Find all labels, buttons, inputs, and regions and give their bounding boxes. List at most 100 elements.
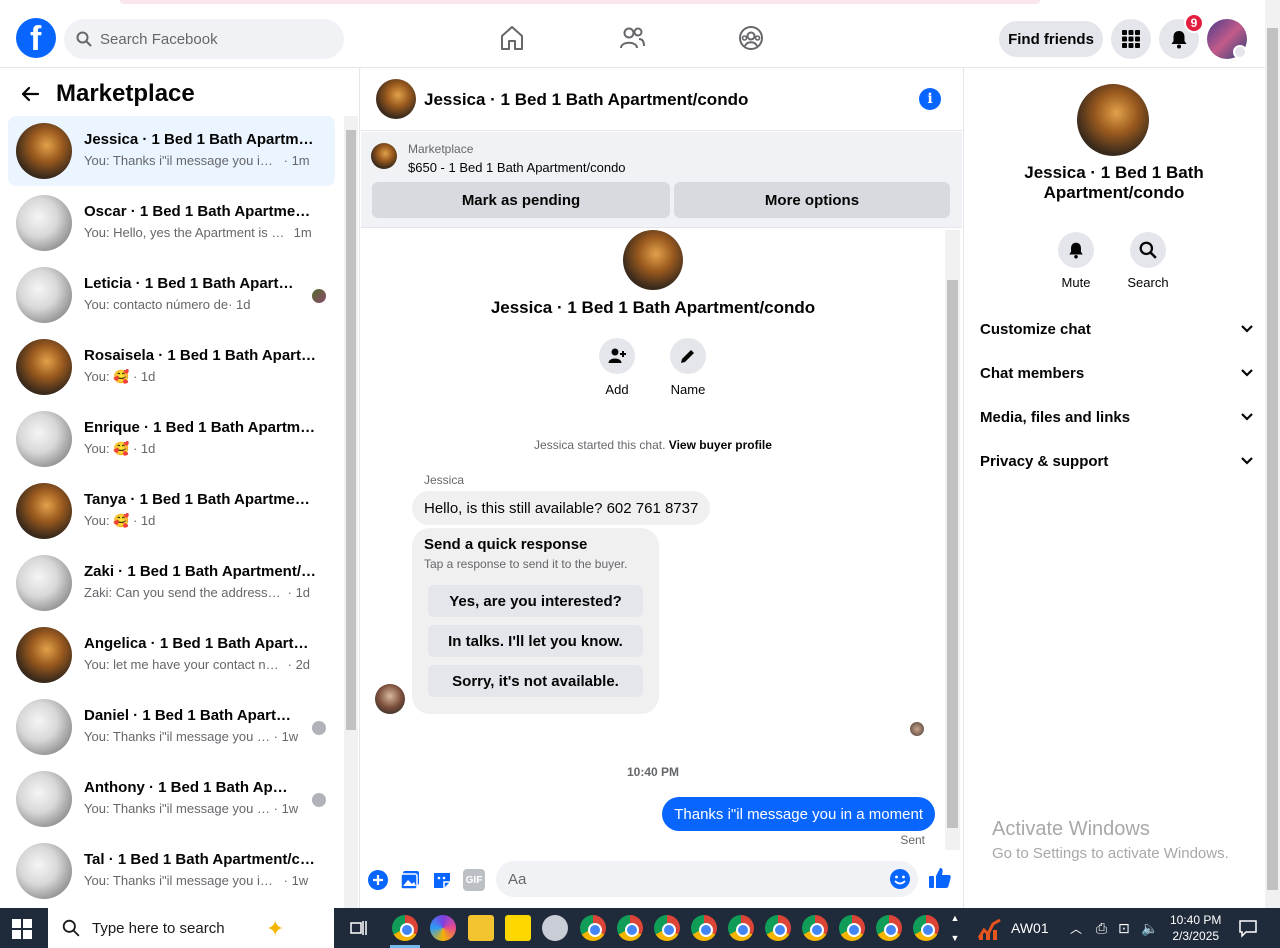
conversation-preview: You: 🥰 · 1d	[84, 369, 156, 384]
find-friends-button[interactable]: Find friends	[999, 21, 1103, 57]
sidebar-scrollbar-thumb[interactable]	[346, 130, 356, 730]
mute-action[interactable]: Mute	[1046, 232, 1106, 290]
quick-response-card: Send a quick response Tap a response to …	[412, 528, 659, 714]
chrome-app-icon[interactable]	[392, 915, 418, 941]
more-options-button[interactable]: More options	[674, 182, 950, 218]
chrome-app-icon[interactable]	[617, 915, 643, 941]
chrome-app-icon[interactable]	[876, 915, 902, 941]
listing-thumbnail[interactable]	[371, 143, 397, 169]
taskbar-clock[interactable]: 10:40 PM 2/3/2025	[1170, 912, 1221, 944]
chrome-app-icon[interactable]	[913, 915, 939, 941]
details-avatar	[1077, 84, 1149, 156]
stock-chart-icon[interactable]	[978, 918, 1002, 940]
messages-scrollbar[interactable]	[945, 230, 960, 850]
chrome-app-icon[interactable]	[691, 915, 717, 941]
chrome-app-icon[interactable]	[765, 915, 791, 941]
conversation-preview: You: Thanks i"il message you in a moment…	[84, 153, 310, 168]
view-buyer-profile-link[interactable]: View buyer profile	[669, 438, 772, 452]
search-placeholder: Search Facebook	[100, 30, 218, 48]
plus-icon[interactable]	[367, 869, 389, 891]
task-view-icon[interactable]	[349, 918, 369, 938]
mark-as-pending-button[interactable]: Mark as pending	[372, 182, 670, 218]
info-icon[interactable]: i	[919, 88, 941, 110]
listing-title[interactable]: $650 - 1 Bed 1 Bath Apartment/condo	[408, 160, 626, 175]
search-in-conversation-action[interactable]: Search	[1118, 232, 1178, 290]
add-people-action[interactable]: Add	[587, 338, 647, 397]
search-icon	[62, 919, 80, 937]
messages-scrollbar-thumb[interactable]	[947, 280, 958, 828]
page-scrollbar[interactable]	[1265, 0, 1280, 908]
chrome-app-icon[interactable]	[839, 915, 865, 941]
privacy-support-row[interactable]: Privacy & support	[980, 441, 1254, 481]
thumbs-up-icon[interactable]	[928, 866, 952, 890]
media-files-links-row[interactable]: Media, files and links	[980, 397, 1254, 437]
back-arrow-icon[interactable]	[20, 84, 40, 104]
sparkle-icon: ✦	[266, 916, 285, 941]
taskbar-search-input[interactable]: Type here to search ✦	[48, 908, 334, 948]
conversation-item[interactable]: Anthony · 1 Bed 1 Bath Apartment/condo Y…	[8, 764, 335, 834]
listing-thumbnail	[16, 267, 72, 323]
outgoing-message[interactable]: Thanks i"il message you in a moment	[662, 797, 935, 831]
add-label: Add	[605, 382, 629, 397]
incoming-message[interactable]: Hello, is this still available? 602 761 …	[412, 491, 711, 525]
conversation-item[interactable]: Angelica · 1 Bed 1 Bath Apartment/condo …	[8, 620, 335, 690]
facebook-logo-icon[interactable]: f	[16, 18, 56, 58]
chat-members-row[interactable]: Chat members	[980, 353, 1254, 393]
conversation-item[interactable]: Rosaisela · 1 Bed 1 Bath Apartment/condo…	[8, 332, 335, 402]
conversation-item[interactable]: Jessica · 1 Bed 1 Bath Apartment/condo Y…	[8, 116, 335, 186]
volume-icon[interactable]: 🔈	[1141, 920, 1158, 937]
notifications-center-icon[interactable]	[1238, 918, 1258, 938]
sidebar-scrollbar[interactable]	[344, 116, 358, 908]
quick-response-option[interactable]: Yes, are you interested?	[428, 585, 643, 617]
paint-app-icon[interactable]	[542, 915, 568, 941]
activate-windows-watermark: Activate Windows Go to Settings to activ…	[992, 818, 1229, 862]
taskbar-overflow-arrows[interactable]: ▲ ▼	[948, 908, 962, 948]
seen-avatar	[312, 793, 326, 807]
chevron-down-icon	[1241, 457, 1253, 465]
tray-device-icon[interactable]: ⎙	[1096, 920, 1107, 937]
chrome-app-icon[interactable]	[654, 915, 680, 941]
sticky-notes-icon[interactable]	[505, 915, 531, 941]
conversation-item[interactable]: Leticia · 1 Bed 1 Bath Apartment/condo Y…	[8, 260, 335, 330]
conversation-item[interactable]: Daniel · 1 Bed 1 Bath Apartment/condo Yo…	[8, 692, 335, 762]
conversation-name: Tanya · 1 Bed 1 Bath Apartment/condo	[84, 491, 319, 508]
file-explorer-icon[interactable]	[468, 915, 494, 941]
copilot-app-icon[interactable]	[430, 915, 456, 941]
chevron-down-icon	[1241, 413, 1253, 421]
conversation-item[interactable]: Oscar · 1 Bed 1 Bath Apartment/condo You…	[8, 188, 335, 258]
windows-start-icon[interactable]	[12, 919, 32, 939]
menu-button[interactable]	[1111, 19, 1151, 59]
chrome-app-icon[interactable]	[802, 915, 828, 941]
emoji-icon[interactable]	[889, 868, 911, 890]
page-scrollbar-thumb[interactable]	[1267, 28, 1278, 890]
friends-icon[interactable]	[618, 24, 646, 52]
conversation-preview: Zaki: Can you send the address please · …	[84, 585, 311, 600]
conversation-item[interactable]: Zaki · 1 Bed 1 Bath Apartment/condo Zaki…	[8, 548, 335, 618]
conversation-item[interactable]: Tanya · 1 Bed 1 Bath Apartment/condo You…	[8, 476, 335, 546]
chat-avatar[interactable]	[376, 79, 416, 119]
conversation-item[interactable]: Enrique · 1 Bed 1 Bath Apartment/condo Y…	[8, 404, 335, 474]
groups-icon[interactable]	[737, 24, 765, 52]
gif-icon[interactable]: GIF	[463, 869, 485, 891]
chevron-down-icon[interactable]	[1233, 45, 1247, 59]
edit-name-action[interactable]: Name	[658, 338, 718, 397]
message-timestamp: 10:40 PM	[626, 765, 680, 779]
system-message: Jessica started this chat. View buyer pr…	[534, 438, 772, 452]
conversation-preview: You: Hello, yes the Apartment is still a…	[84, 225, 312, 240]
chat-title[interactable]: Jessica · 1 Bed 1 Bath Apartment/condo	[424, 90, 748, 110]
customize-chat-row[interactable]: Customize chat	[980, 309, 1254, 349]
quick-response-option[interactable]: Sorry, it's not available.	[428, 665, 643, 697]
network-icon[interactable]: ⊡	[1118, 920, 1130, 937]
conversation-item[interactable]: Tal · 1 Bed 1 Bath Apartment/condo You: …	[8, 836, 335, 906]
chrome-app-icon[interactable]	[728, 915, 754, 941]
mute-label: Mute	[1061, 275, 1091, 290]
photo-icon[interactable]	[399, 869, 421, 891]
search-facebook-input[interactable]: Search Facebook	[64, 19, 344, 59]
message-input[interactable]: Aa	[496, 861, 918, 897]
home-icon[interactable]	[498, 24, 526, 52]
chrome-app-icon[interactable]	[580, 915, 606, 941]
show-hidden-icons-icon[interactable]: ︿	[1070, 920, 1082, 937]
quick-response-option[interactable]: In talks. I'll let you know.	[428, 625, 643, 657]
conversation-preview: You: contacto número de· 1d	[84, 297, 251, 312]
sticker-icon[interactable]	[431, 869, 453, 891]
